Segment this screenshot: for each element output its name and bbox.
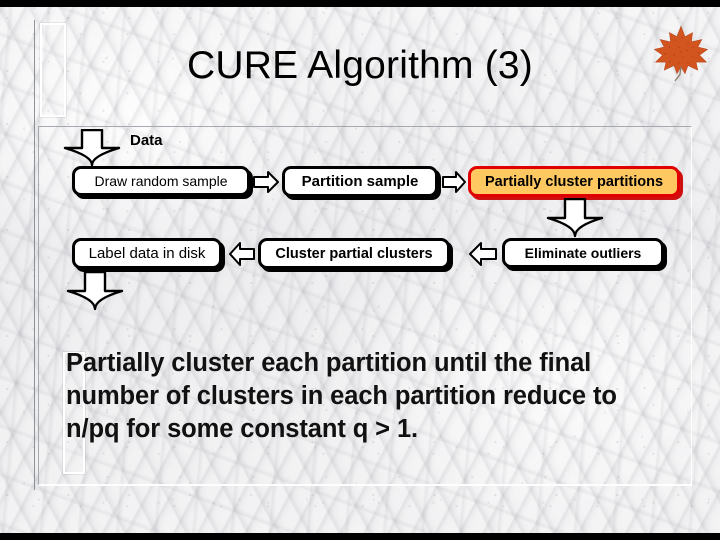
arrow-right-icon-draw-to-partition [253,171,279,193]
slide: CURE Algorithm (3) Data Draw random samp… [0,0,720,540]
flow-box-label: Eliminate outliers [524,245,642,261]
page-title: CURE Algorithm (3) [186,44,533,87]
data-label: Data [130,132,163,149]
arrow-down-icon-data-in [63,129,121,167]
flow-box-label: Cluster partial clusters [275,245,433,262]
arrow-down-icon-label-out [66,271,124,311]
arrow-down-icon-partially-to-eliminate [546,198,604,238]
flow-box-label-data-in-disk[interactable]: Label data in disk [72,238,222,269]
decorative-vertical-rule [34,20,35,490]
maple-leaf-icon [653,25,709,82]
arrow-right-icon-partition-to-partially [442,171,466,193]
flow-box-label: Label data in disk [88,245,206,262]
arrow-left-icon-eliminate-to-cluster [469,242,497,266]
top-band [0,0,720,7]
bottom-band [0,533,720,540]
flow-box-label: Draw random sample [94,173,228,189]
flow-box-draw-random-sample[interactable]: Draw random sample [72,166,250,196]
flow-box-label: Partially cluster partitions [484,173,664,190]
flow-box-partially-cluster-partitions[interactable]: Partially cluster partitions [468,166,680,197]
body-paragraph: Partially cluster each partition until t… [66,349,617,443]
flow-box-label: Partition sample [301,173,419,190]
arrow-left-icon-cluster-to-label [229,242,255,266]
flow-box-cluster-partial-clusters[interactable]: Cluster partial clusters [258,238,450,269]
flow-box-partition-sample[interactable]: Partition sample [282,166,438,197]
flow-box-eliminate-outliers[interactable]: Eliminate outliers [502,238,664,268]
